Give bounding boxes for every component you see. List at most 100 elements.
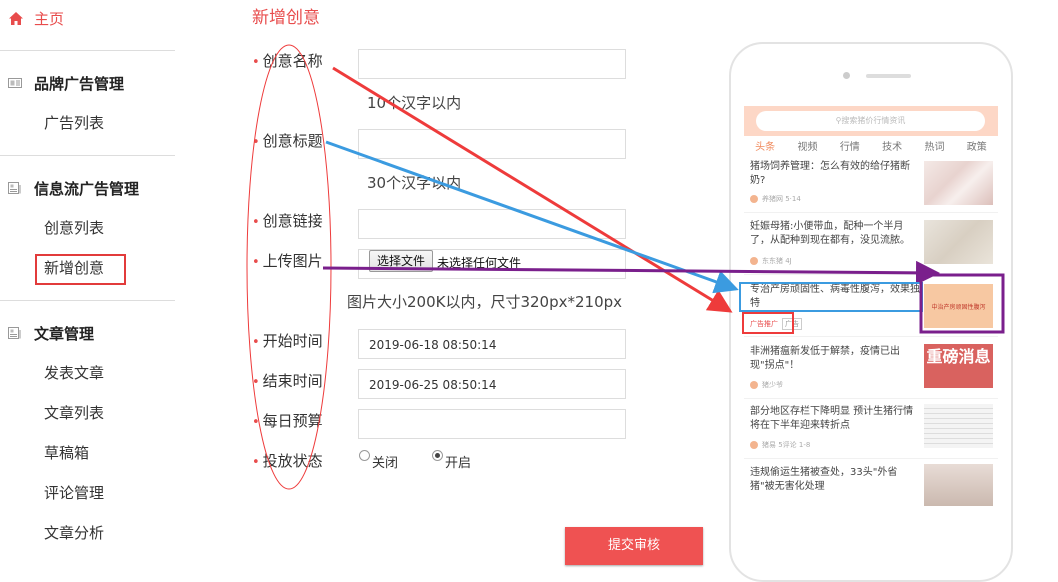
sidebar-item-drafts[interactable]: 草稿箱 [44, 442, 89, 464]
news-source: 猪少爷 [762, 381, 783, 389]
sidebar-item-comments[interactable]: 评论管理 [44, 482, 104, 504]
phone-speaker [866, 74, 911, 78]
label-text: 创意链接 [262, 212, 323, 230]
start-time-label: • 开始时间 [252, 332, 323, 350]
submit-review-button[interactable]: 提交审核 [565, 527, 703, 565]
tab-headline[interactable]: 头条 [755, 138, 775, 158]
news-item-title[interactable]: 违规偷运生猪被查处，33头"外省猪"被无害化处理 [750, 466, 920, 494]
news-item-title[interactable]: 部分地区存栏下降明显 预计生猪行情将在下半年迎来转折点 [750, 405, 920, 433]
creative-headline-input[interactable] [358, 129, 626, 159]
feed-icon [8, 182, 21, 194]
ad-icon [8, 78, 22, 88]
status-on-radio[interactable] [432, 450, 443, 461]
ad-thumbnail-text: 中治产房顽固性腹泻 [931, 303, 986, 311]
creative-name-label: • 创意名称 [252, 52, 323, 70]
creative-link-label: • 创意链接 [252, 212, 323, 230]
tab-hot[interactable]: 热词 [924, 138, 944, 158]
sidebar-item-ad-list[interactable]: 广告列表 [44, 112, 104, 134]
news-divider [744, 398, 998, 399]
sidebar-group-title: 文章管理 [34, 324, 95, 343]
daily-budget-input[interactable] [358, 409, 626, 439]
article-icon [8, 327, 21, 339]
avatar [750, 257, 758, 265]
sidebar-item-publish-article[interactable]: 发表文章 [44, 362, 104, 384]
news-divider [744, 336, 998, 337]
sidebar-group-brand-ads[interactable]: 品牌广告管理 [8, 72, 124, 94]
upload-image-hint: 图片大小200K以内，尺寸320px*210px [347, 293, 623, 311]
phone-camera [843, 72, 850, 79]
news-source: 养猪网 5·14 [762, 195, 801, 203]
avatar [750, 381, 758, 389]
end-time-input[interactable]: 2019-06-25 08:50:14 [358, 369, 626, 399]
news-thumbnail [924, 404, 993, 448]
search-placeholder: 搜索猪价行情资讯 [841, 116, 906, 125]
tab-policy[interactable]: 政策 [967, 138, 987, 158]
news-source: 猪易 5评论 1-8 [762, 441, 811, 449]
news-item-meta: 养猪网 5·14 [750, 194, 801, 204]
avatar [750, 195, 758, 203]
tab-tech[interactable]: 技术 [882, 138, 902, 158]
home-icon [9, 11, 23, 25]
news-item-title[interactable]: 猪场饲养管理：怎么有效的给仔猪断奶? [750, 160, 920, 188]
label-text: 每日预算 [262, 412, 323, 430]
label-text: 开始时间 [262, 332, 323, 350]
news-item-title[interactable]: 妊娠母猪:小便带血，配种一个半月了，从配种到现在都有，没见流脓。 [750, 220, 920, 248]
status-on-label[interactable]: 开启 [445, 452, 471, 471]
annotation-highlight-box [35, 254, 126, 285]
phone-search-input[interactable]: ⚲搜索猪价行情资讯 [756, 111, 985, 131]
sidebar: 主页 品牌广告管理 广告列表 信息流广告管理 创意列表 新增创意 文章管理 发表… [0, 0, 175, 571]
sidebar-divider [0, 155, 175, 156]
news-source: 东东猪 4J [762, 257, 792, 265]
status-off-radio[interactable] [359, 450, 370, 461]
sidebar-item-article-list[interactable]: 文章列表 [44, 402, 104, 424]
sidebar-home-label: 主页 [34, 9, 65, 28]
tab-market[interactable]: 行情 [840, 138, 860, 158]
sidebar-divider [0, 50, 175, 51]
phone-tabs: 头条 视频 行情 技术 热词 政策 [744, 138, 998, 158]
news-item-meta: 猪易 5评论 1-8 [750, 440, 810, 450]
creative-name-hint: 10个汉字以内 [367, 94, 462, 112]
label-text: 投放状态 [262, 452, 323, 470]
creative-link-input[interactable] [358, 209, 626, 239]
label-text: 上传图片 [262, 252, 323, 270]
label-text: 创意名称 [262, 52, 323, 70]
delivery-status-label: • 投放状态 [252, 452, 323, 470]
file-status-text: 未选择任何文件 [437, 256, 522, 270]
phone-screen: ⚲搜索猪价行情资讯 头条 视频 行情 技术 热词 政策 猪场饲养管理：怎么有效的… [744, 106, 998, 506]
sidebar-group-feed-ads[interactable]: 信息流广告管理 [8, 177, 139, 199]
news-divider [744, 274, 998, 275]
label-text: 创意标题 [262, 132, 323, 150]
ad-item-title[interactable]: 专治产房顽固性、病毒性腹泻，效果独特 [750, 283, 920, 311]
sidebar-group-title: 品牌广告管理 [34, 74, 125, 93]
creative-headline-label: • 创意标题 [252, 132, 323, 150]
sidebar-divider [0, 300, 175, 301]
news-thumbnail [924, 464, 993, 506]
ad-tag: 广告 [782, 318, 802, 330]
news-thumbnail [924, 161, 993, 205]
choose-file-button[interactable]: 选择文件 [369, 250, 433, 272]
sidebar-group-articles[interactable]: 文章管理 [8, 322, 94, 344]
news-divider [744, 212, 998, 213]
ad-thumbnail: 中治产房顽固性腹泻 [924, 284, 993, 328]
sidebar-item-home[interactable]: 主页 [8, 6, 64, 30]
sidebar-group-title: 信息流广告管理 [34, 179, 140, 198]
creative-headline-hint: 30个汉字以内 [367, 174, 462, 192]
sidebar-item-creative-list[interactable]: 创意列表 [44, 217, 104, 239]
end-time-label: • 结束时间 [252, 372, 323, 390]
news-thumbnail: 重磅消息 [924, 344, 993, 388]
news-thumbnail [924, 220, 993, 264]
ad-source: 广告推广 [750, 320, 778, 328]
page-title: 新增创意 [252, 8, 320, 28]
start-time-input[interactable]: 2019-06-18 08:50:14 [358, 329, 626, 359]
sidebar-item-article-analysis[interactable]: 文章分析 [44, 522, 104, 544]
creative-name-input[interactable] [358, 49, 626, 79]
news-item-meta: 东东猪 4J [750, 256, 792, 266]
phone-search-bar: ⚲搜索猪价行情资讯 [744, 106, 998, 136]
news-item-meta: 猪少爷 [750, 380, 783, 390]
avatar [750, 441, 758, 449]
news-item-title[interactable]: 非洲猪瘟新发低于解禁，疫情已出现"拐点"！ [750, 345, 920, 373]
daily-budget-label: • 每日预算 [252, 412, 323, 430]
tab-video[interactable]: 视频 [797, 138, 817, 158]
news-divider [744, 458, 998, 459]
status-off-label[interactable]: 关闭 [372, 452, 398, 471]
